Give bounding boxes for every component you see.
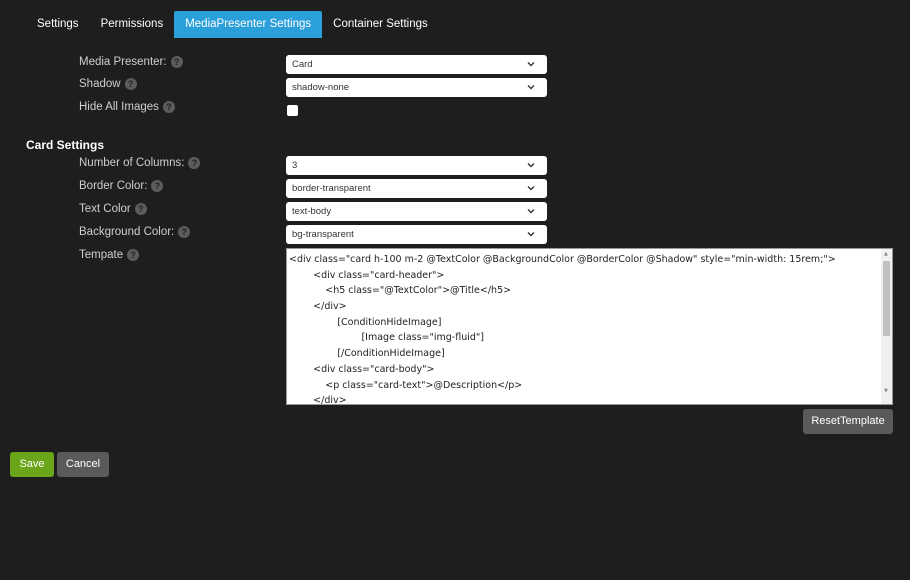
cancel-button[interactable]: Cancel: [57, 452, 109, 477]
template-lines: <div class="card h-100 m-2 @TextColor @B…: [287, 249, 892, 405]
number-of-columns-label: Number of Columns: ?: [79, 157, 201, 169]
chevron-down-icon: [527, 85, 535, 90]
border-color-select[interactable]: border-transparent: [286, 179, 547, 198]
template-line: </div>: [289, 301, 347, 313]
chevron-down-icon: [527, 209, 535, 214]
chevron-down-icon: [527, 186, 535, 191]
shadow-label-text: Shadow: [79, 78, 121, 90]
template-line: <p class="card-text">@Description</p>: [289, 379, 523, 391]
border-color-label: Border Color: ?: [79, 180, 164, 192]
tab-container-settings[interactable]: Container Settings: [322, 11, 439, 38]
template-line: [/ConditionHideImage]: [289, 348, 445, 360]
template-line: <h5 class="@TextColor">@Title</h5>: [289, 285, 512, 297]
help-icon[interactable]: ?: [124, 78, 137, 90]
template-line: <div class="card h-100 m-2 @TextColor @B…: [289, 254, 836, 265]
background-color-value: bg-transparent: [292, 229, 354, 240]
template-line: <div class="card-body">: [289, 363, 435, 375]
number-of-columns-label-text: Number of Columns:: [79, 157, 185, 169]
media-presenter-label: Media Presenter: ?: [79, 56, 183, 68]
text-color-label-text: Text Color: [79, 203, 131, 215]
text-color-select[interactable]: text-body: [286, 202, 547, 221]
chevron-down-icon: [527, 232, 535, 237]
scroll-up-icon[interactable]: ▲: [884, 251, 888, 257]
shadow-label: Shadow ?: [79, 78, 137, 90]
settings-tabs: Settings Permissions MediaPresenter Sett…: [26, 11, 439, 38]
hide-all-images-checkbox[interactable]: [287, 105, 298, 116]
template-line: [ConditionHideImage]: [289, 316, 442, 328]
help-icon[interactable]: ?: [134, 203, 147, 215]
background-color-label: Background Color: ?: [79, 226, 191, 238]
save-button[interactable]: Save: [10, 452, 54, 477]
hide-all-images-label: Hide All Images ?: [79, 101, 175, 113]
template-textarea[interactable]: <div class="card h-100 m-2 @TextColor @B…: [286, 248, 893, 405]
card-settings-heading: Card Settings: [26, 138, 105, 152]
shadow-value: shadow-none: [292, 82, 350, 93]
template-label-text: Tempate: [79, 249, 124, 261]
text-color-label: Text Color ?: [79, 203, 147, 215]
number-of-columns-select[interactable]: 3: [286, 156, 547, 175]
template-label: Tempate ?: [79, 249, 140, 261]
template-line: </div>: [289, 395, 347, 405]
text-color-value: text-body: [292, 206, 332, 217]
border-color-label-text: Border Color:: [79, 180, 148, 192]
reset-template-button[interactable]: ResetTemplate: [803, 409, 893, 434]
media-presenter-label-text: Media Presenter:: [79, 56, 167, 68]
shadow-select[interactable]: shadow-none: [286, 78, 547, 97]
help-icon[interactable]: ?: [162, 101, 175, 113]
help-icon[interactable]: ?: [188, 157, 201, 169]
tab-mediapresenter-settings[interactable]: MediaPresenter Settings: [174, 11, 323, 38]
scrollbar-thumb[interactable]: [883, 261, 890, 336]
template-scrollbar[interactable]: ▲ ▼: [881, 249, 892, 404]
help-icon[interactable]: ?: [127, 249, 140, 261]
template-line: [Image class="img-fluid"]: [289, 332, 484, 344]
tab-permissions[interactable]: Permissions: [90, 11, 175, 38]
help-icon[interactable]: ?: [151, 180, 164, 192]
help-icon[interactable]: ?: [170, 56, 183, 68]
background-color-label-text: Background Color:: [79, 226, 175, 238]
media-presenter-value: Card: [292, 59, 313, 70]
tab-settings[interactable]: Settings: [26, 11, 90, 38]
chevron-down-icon: [527, 62, 535, 67]
help-icon[interactable]: ?: [178, 226, 191, 238]
background-color-select[interactable]: bg-transparent: [286, 225, 547, 244]
media-presenter-select[interactable]: Card: [286, 55, 547, 74]
chevron-down-icon: [527, 163, 535, 168]
scroll-down-icon[interactable]: ▼: [884, 388, 888, 394]
number-of-columns-value: 3: [292, 160, 298, 171]
hide-all-images-label-text: Hide All Images: [79, 101, 159, 113]
border-color-value: border-transparent: [292, 183, 371, 194]
template-line: <div class="card-header">: [289, 269, 445, 281]
